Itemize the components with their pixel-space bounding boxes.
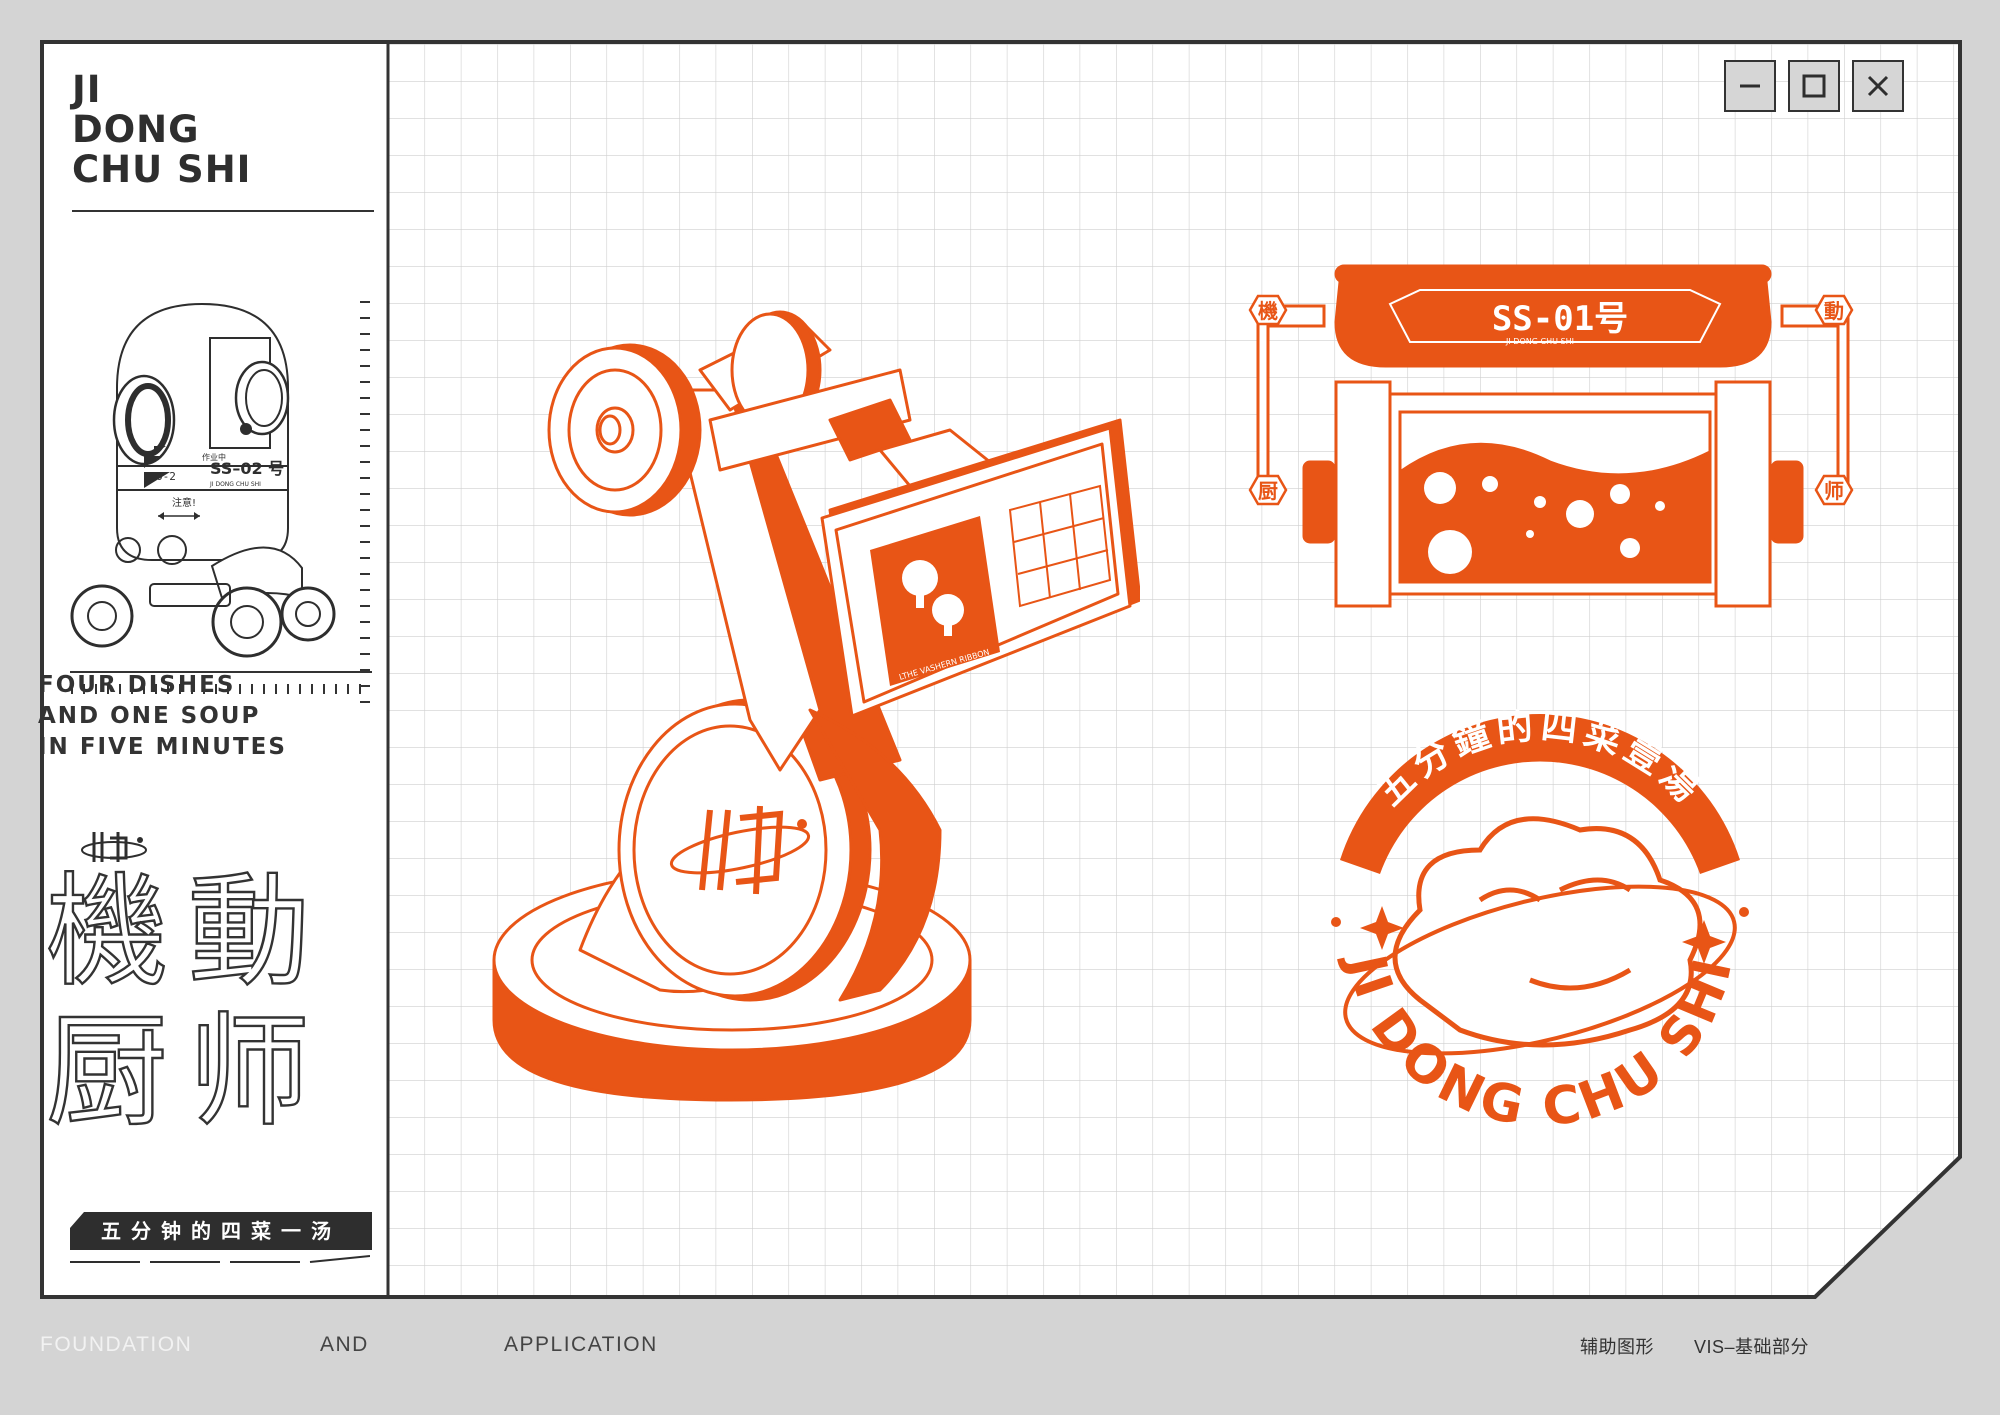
robot-illustration: O-2 SS–02 号 JI DONG CHU SHI 作业中 注意! <box>70 302 336 658</box>
big-title-char-3: 厨 <box>45 1001 169 1143</box>
robot-tag-label: 作业中 <box>202 452 226 462</box>
robotic-arm-illustration: LTHE VASHERN RIBBON <box>492 310 1140 1102</box>
maximize-icon <box>1802 74 1826 98</box>
tagline-line-1: FOUR DISHES <box>38 672 236 698</box>
emblem-illustration: 五分鐘的四菜壹湯 JI DONG CHU SHI <box>1331 706 1749 1139</box>
capsule-char-chu: 厨 <box>1258 479 1278 503</box>
big-title-char-1: 機 <box>45 861 169 1003</box>
tagline-line-3: IN FIVE MINUTES <box>38 734 287 760</box>
big-title-char-4: 师 <box>187 1001 311 1143</box>
robot-warning-label: 注意! <box>172 496 196 509</box>
big-title: 機動厨师 <box>36 861 326 1143</box>
maximize-button[interactable] <box>1788 60 1840 112</box>
footer-and: AND <box>320 1333 369 1356</box>
capsule-illustration: 機 厨 動 师 SS-01号 JI DONG CHU SHI <box>1248 264 1854 608</box>
brand-divider <box>72 210 374 212</box>
minimize-button[interactable] <box>1724 60 1776 112</box>
robot-sub-label: JI DONG CHU SHI <box>209 481 261 488</box>
capsule-char-dong: 動 <box>1824 299 1844 323</box>
footer-foundation: FOUNDATION <box>40 1333 193 1356</box>
capsule-sub-label: JI DONG CHU SHI <box>1505 337 1574 346</box>
capsule-char-ji: 機 <box>1258 299 1278 323</box>
footer-cn-left: 辅助图形 <box>1580 1337 1654 1357</box>
minimize-icon <box>1740 84 1760 88</box>
close-icon <box>1867 75 1889 97</box>
tagline-line-2: AND ONE SOUP <box>38 703 261 729</box>
banner-stripes <box>70 1255 370 1263</box>
footer-cn-right: VIS–基础部分 <box>1694 1337 1810 1357</box>
close-button[interactable] <box>1852 60 1904 112</box>
capsule-char-shi: 师 <box>1824 479 1844 503</box>
footer-application: APPLICATION <box>504 1333 658 1356</box>
robot-unit-label: O-2 <box>156 470 176 483</box>
tagline: FOUR DISHES AND ONE SOUP IN FIVE MINUTES <box>38 670 287 763</box>
brand-logotype: JI DONG CHU SHI <box>72 68 252 191</box>
slogan-banner: 五分钟的四菜一汤 <box>70 1212 372 1250</box>
big-title-char-2: 動 <box>187 861 311 1003</box>
capsule-model-label: SS-01号 <box>1492 299 1628 339</box>
